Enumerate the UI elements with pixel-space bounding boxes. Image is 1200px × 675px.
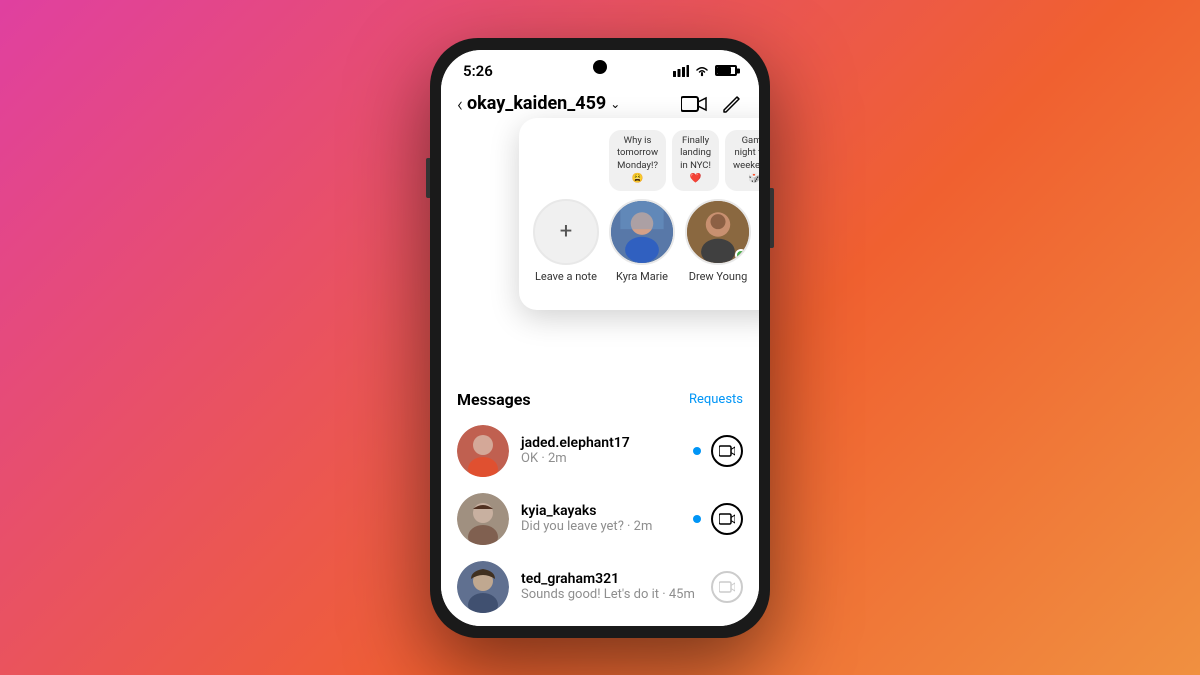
notes-avatars-row: + Leave a note Kyra M — [533, 199, 759, 296]
requests-link[interactable]: Requests — [689, 392, 743, 407]
msg-avatar-1 — [457, 425, 509, 477]
wifi-icon — [694, 65, 710, 77]
kyra-avatar[interactable] — [609, 199, 675, 265]
message-item-3[interactable]: ted_graham321 Sounds good! Let's do it ·… — [441, 553, 759, 621]
story-item-kyra[interactable]: Kyra Marie — [609, 199, 675, 283]
username-title[interactable]: okay_kaiden_459 — [467, 93, 606, 114]
note-bubble-kyra: Why is tomorrow Monday!? 😩 — [609, 130, 666, 191]
msg-avatar-2 — [457, 493, 509, 545]
msg-preview-1: OK · 2m — [521, 451, 681, 466]
header-icons — [681, 93, 743, 115]
signal-icon — [673, 65, 689, 77]
phone-screen: 5:26 — [441, 50, 759, 626]
msg-avatar-3 — [457, 561, 509, 613]
unread-dot-2 — [693, 515, 701, 523]
camera-button-1[interactable] — [711, 435, 743, 467]
drew-label: Drew Young — [689, 270, 748, 283]
unread-dot-1 — [693, 447, 701, 455]
camera-notch — [593, 60, 607, 74]
messages-header: Messages Requests — [441, 376, 759, 417]
msg-preview-3: Sounds good! Let's do it · 45m — [521, 587, 699, 602]
header-left: ‹ okay_kaiden_459 ⌄ — [457, 92, 620, 116]
note-bubble-jacqueline: Game night this weekend? 🎲 — [725, 130, 759, 191]
msg-content-2: kyia_kayaks Did you leave yet? · 2m — [521, 503, 681, 534]
message-item-1[interactable]: jaded.elephant17 OK · 2m — [441, 417, 759, 485]
msg-username-3: ted_graham321 — [521, 571, 699, 587]
add-note-label: Leave a note — [535, 270, 597, 283]
plus-icon: + — [560, 221, 572, 243]
msg-actions-1 — [693, 435, 743, 467]
battery-icon — [715, 65, 737, 76]
status-bar: 5:26 — [441, 50, 759, 86]
phone-shell: 5:26 — [430, 38, 770, 638]
msg-content-3: ted_graham321 Sounds good! Let's do it ·… — [521, 571, 699, 602]
back-button[interactable]: ‹ — [457, 92, 463, 116]
avatar-jaded — [457, 425, 509, 477]
msg-username-2: kyia_kayaks — [521, 503, 681, 519]
msg-actions-2 — [693, 503, 743, 535]
camera-button-2[interactable] — [711, 503, 743, 535]
note-bubble-drew: Finally landing in NYC! ❤️ — [672, 130, 719, 191]
msg-username-1: jaded.elephant17 — [521, 435, 681, 451]
dropdown-icon[interactable]: ⌄ — [610, 97, 620, 111]
drew-avatar[interactable] — [685, 199, 751, 265]
camera-button-3[interactable] — [711, 571, 743, 603]
add-note-avatar[interactable]: + — [533, 199, 599, 265]
messages-section: Messages Requests jaded.elephant17 OK · … — [441, 376, 759, 626]
avatar-kyia — [457, 493, 509, 545]
messages-title: Messages — [457, 390, 531, 409]
story-item-drew[interactable]: Drew Young — [685, 199, 751, 283]
avatar-ted — [457, 561, 509, 613]
message-item-2[interactable]: kyia_kayaks Did you leave yet? · 2m — [441, 485, 759, 553]
video-call-icon[interactable] — [681, 94, 707, 114]
msg-content-1: jaded.elephant17 OK · 2m — [521, 435, 681, 466]
kyra-label: Kyra Marie — [616, 270, 668, 283]
status-icons — [673, 65, 737, 77]
notes-card: Why is tomorrow Monday!? 😩 Finally landi… — [519, 118, 759, 310]
add-note-item[interactable]: + Leave a note — [533, 199, 599, 283]
compose-icon[interactable] — [721, 93, 743, 115]
status-time: 5:26 — [463, 62, 493, 80]
msg-preview-2: Did you leave yet? · 2m — [521, 519, 681, 534]
msg-actions-3 — [711, 571, 743, 603]
notes-bubbles-row: Why is tomorrow Monday!? 😩 Finally landi… — [533, 130, 759, 191]
online-indicator-drew — [735, 249, 747, 261]
